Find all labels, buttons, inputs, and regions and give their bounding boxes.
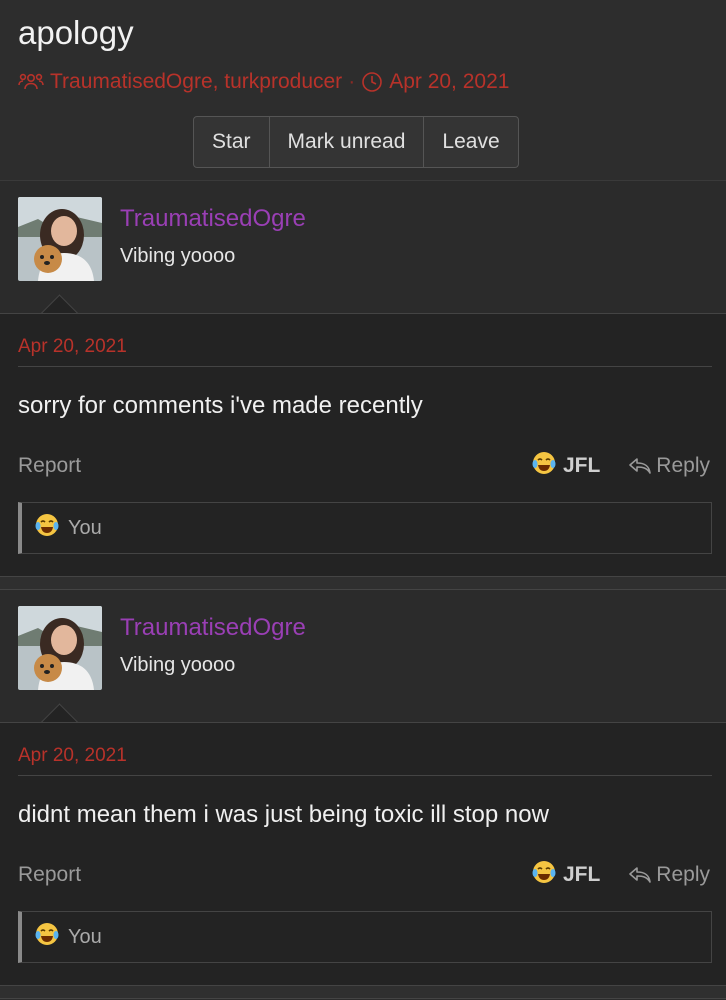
leave-button[interactable]: Leave — [424, 117, 517, 167]
tears-of-joy-icon — [531, 450, 557, 482]
report-link[interactable]: Report — [18, 863, 81, 887]
post-author: TraumatisedOgre Vibing yoooo — [0, 181, 726, 333]
meta-separator: · — [348, 70, 356, 93]
divider — [18, 775, 712, 776]
reaction-label: JFL — [562, 454, 601, 477]
avatar[interactable] — [18, 606, 102, 690]
reacted-by: You — [68, 516, 102, 539]
reacted-by: You — [68, 925, 102, 948]
post-message: sorry for comments i've made recently — [18, 392, 423, 419]
report-link[interactable]: Report — [18, 454, 81, 478]
reaction-label: JFL — [562, 863, 601, 886]
avatar[interactable] — [18, 197, 102, 281]
post-actions: Report JFL Reply — [18, 859, 710, 891]
thread-title: apology — [18, 14, 134, 51]
participants-list[interactable]: TraumatisedOgre, turkproducer — [50, 70, 342, 94]
message-post: TraumatisedOgre Vibing yoooo Apr 20, 202… — [0, 590, 726, 985]
tears-of-joy-icon — [531, 859, 557, 891]
clock-icon — [361, 71, 383, 93]
reaction-button[interactable]: JFL — [531, 859, 600, 891]
post-body: Apr 20, 2021 sorry for comments i've mad… — [0, 313, 726, 576]
reply-icon — [629, 867, 652, 883]
thread-actions: Star Mark unread Leave — [193, 116, 519, 168]
post-body: Apr 20, 2021 didnt mean them i was just … — [0, 722, 726, 985]
reactions-bar[interactable]: You — [18, 502, 712, 554]
reply-icon — [629, 458, 652, 474]
thread-meta: TraumatisedOgre, turkproducer · Apr 20, … — [18, 70, 509, 94]
post-author: TraumatisedOgre Vibing yoooo — [0, 590, 726, 742]
username[interactable]: TraumatisedOgre — [120, 205, 306, 233]
reply-button[interactable]: Reply — [628, 863, 710, 887]
reply-button[interactable]: Reply — [628, 454, 710, 478]
thread-header: apology TraumatisedOgre, turkproducer · … — [0, 0, 726, 181]
username[interactable]: TraumatisedOgre — [120, 614, 306, 642]
tears-of-joy-icon — [34, 921, 60, 953]
post-actions: Report JFL Reply — [18, 450, 710, 482]
post-separator — [0, 576, 726, 590]
post-date[interactable]: Apr 20, 2021 — [18, 336, 127, 358]
mark-unread-button[interactable]: Mark unread — [270, 117, 425, 167]
divider — [18, 366, 712, 367]
post-message: didnt mean them i was just being toxic i… — [18, 801, 549, 828]
reply-label: Reply — [656, 863, 710, 886]
user-title: Vibing yoooo — [120, 245, 236, 267]
star-button[interactable]: Star — [194, 117, 270, 167]
message-post: TraumatisedOgre Vibing yoooo Apr 20, 202… — [0, 181, 726, 576]
participants-icon — [18, 72, 44, 92]
post-date[interactable]: Apr 20, 2021 — [18, 745, 127, 767]
user-title: Vibing yoooo — [120, 654, 236, 676]
thread-date[interactable]: Apr 20, 2021 — [389, 70, 509, 94]
reaction-button[interactable]: JFL — [531, 450, 600, 482]
post-separator — [0, 985, 726, 999]
reply-label: Reply — [656, 454, 710, 477]
tears-of-joy-icon — [34, 512, 60, 544]
reactions-bar[interactable]: You — [18, 911, 712, 963]
